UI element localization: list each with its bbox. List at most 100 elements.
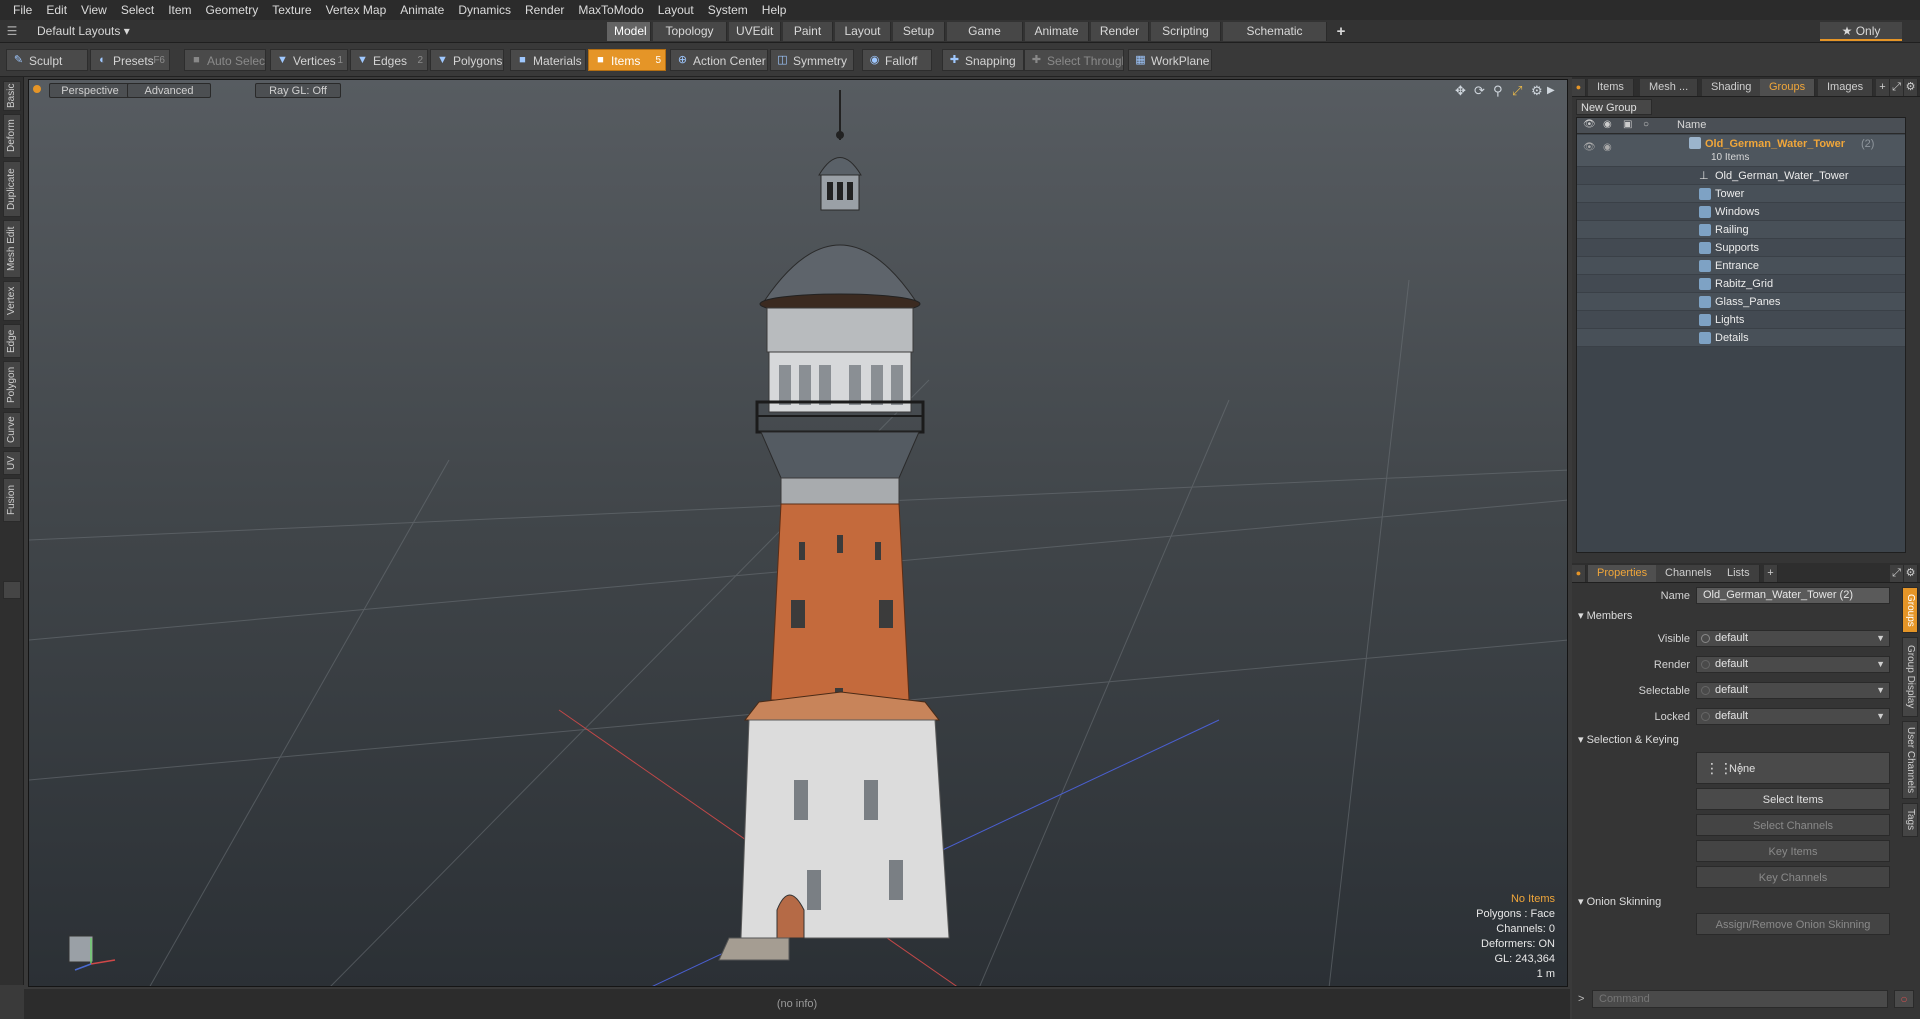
menu-render[interactable]: Render [518, 3, 571, 17]
locked-dropdown[interactable]: default ▼ [1696, 708, 1890, 725]
tree-row[interactable]: Railing [1577, 221, 1905, 239]
menu-vertex-map[interactable]: Vertex Map [319, 3, 394, 17]
3d-viewport[interactable]: Perspective Advanced Ray GL: Off ✥ ⟳ ⚲ ⤢… [28, 79, 1568, 987]
root-group-row[interactable]: 👁 ◉ Old_German_Water_Tower (2) 10 Items [1577, 135, 1905, 167]
menu-layout[interactable]: Layout [651, 3, 701, 17]
tab-lists[interactable]: Lists [1718, 565, 1760, 582]
group-name-field[interactable]: Old_German_Water_Tower (2) [1696, 587, 1890, 604]
layout-selector[interactable]: Default Layouts ▾ [30, 22, 137, 41]
toolbox-toggle[interactable] [3, 581, 21, 599]
tab-scripting[interactable]: Scripting [1151, 22, 1221, 41]
menu-edit[interactable]: Edit [39, 3, 74, 17]
menu-select[interactable]: Select [114, 3, 161, 17]
tree-row[interactable]: Details [1577, 329, 1905, 347]
sculpt-button[interactable]: ✎ Sculpt [6, 49, 88, 71]
tab-groups[interactable]: Groups [1760, 79, 1816, 96]
tab-channels[interactable]: Channels [1656, 565, 1722, 582]
properties-handle-icon[interactable]: ● [1572, 565, 1586, 582]
action-center-button[interactable]: ⊕ Action Center [670, 49, 768, 71]
selectable-dropdown[interactable]: default ▼ [1696, 682, 1890, 699]
visibility-toggle-icon[interactable]: 👁 [1583, 139, 1596, 157]
tab-shading[interactable]: Shading [1702, 79, 1762, 96]
select-through-button[interactable]: ✚ Select Through [1024, 49, 1124, 71]
menu-system[interactable]: System [701, 3, 755, 17]
key-channels-button[interactable]: Key Channels [1696, 866, 1890, 888]
workplane-button[interactable]: ▦ WorkPlane [1128, 49, 1212, 71]
render-toggle-icon[interactable]: ◉ [1603, 139, 1612, 157]
tree-row[interactable]: Entrance [1577, 257, 1905, 275]
presets-button[interactable]: ◐ Presets F6 [90, 49, 170, 71]
tab-properties[interactable]: Properties [1588, 565, 1658, 582]
menu-animate[interactable]: Animate [393, 3, 451, 17]
side-tab-tags[interactable]: Tags [1902, 803, 1918, 837]
menu-dynamics[interactable]: Dynamics [451, 3, 518, 17]
tab-game-tools[interactable]: Game Tools [947, 22, 1023, 57]
tab-topology[interactable]: Topology [653, 22, 727, 41]
tab-basic[interactable]: Basic [3, 81, 21, 111]
snapping-button[interactable]: ✚ Snapping [942, 49, 1024, 71]
panel-maximize-icon[interactable]: ⤢ [1890, 79, 1904, 96]
symmetry-button[interactable]: ◫ Symmetry [770, 49, 854, 71]
properties-settings-icon[interactable]: ⚙ [1904, 565, 1918, 582]
menu-help[interactable]: Help [755, 3, 794, 17]
members-section[interactable]: ▾ Members [1578, 609, 1632, 622]
new-group-button[interactable]: New Group [1576, 99, 1652, 115]
key-items-button[interactable]: Key Items [1696, 840, 1890, 862]
add-tab-button[interactable]: + [1332, 22, 1350, 41]
panel-handle-icon[interactable]: ● [1572, 79, 1586, 96]
tab-schematic-fusion[interactable]: Schematic Fusion [1223, 22, 1327, 57]
onion-skinning-section[interactable]: ▾ Onion Skinning [1578, 895, 1661, 908]
edges-button[interactable]: ▼ Edges 2 [350, 49, 428, 71]
polygons-button[interactable]: ▼ Polygons [430, 49, 504, 71]
command-input[interactable] [1592, 990, 1888, 1008]
lock-column-icon[interactable]: ▣ [1623, 119, 1632, 130]
menu-file[interactable]: File [6, 3, 39, 17]
menu-geometry[interactable]: Geometry [199, 3, 266, 17]
tab-edge[interactable]: Edge [3, 324, 21, 358]
menu-item[interactable]: Item [161, 3, 198, 17]
tab-uv[interactable]: UV [3, 451, 21, 475]
side-tab-group-display[interactable]: Group Display [1902, 637, 1918, 717]
tab-model[interactable]: Model [607, 22, 651, 41]
selection-keying-section[interactable]: ▾ Selection & Keying [1578, 733, 1679, 746]
tab-mesh-edit[interactable]: Mesh Edit [3, 220, 21, 278]
render-dropdown[interactable]: default ▼ [1696, 656, 1890, 673]
panel-settings-icon[interactable]: ⚙ [1904, 79, 1918, 96]
render-column-icon[interactable]: ◉ [1603, 119, 1612, 130]
add-panel-tab-button[interactable]: + [1876, 79, 1890, 96]
tree-row[interactable]: ⊥ Old_German_Water_Tower [1577, 167, 1905, 185]
tab-animate[interactable]: Animate [1025, 22, 1089, 41]
select-channels-button[interactable]: Select Channels [1696, 814, 1890, 836]
select-items-button[interactable]: Select Items [1696, 788, 1890, 810]
tab-vertex[interactable]: Vertex [3, 281, 21, 321]
vertices-button[interactable]: ▼ Vertices 1 [270, 49, 348, 71]
tab-render[interactable]: Render [1091, 22, 1149, 41]
tab-polygon[interactable]: Polygon [3, 361, 21, 409]
menu-texture[interactable]: Texture [265, 3, 318, 17]
tab-uvedit[interactable]: UVEdit [729, 22, 781, 41]
tab-images[interactable]: Images [1818, 79, 1874, 96]
tree-row[interactable]: Rabitz_Grid [1577, 275, 1905, 293]
visible-dropdown[interactable]: default ▼ [1696, 630, 1890, 647]
tab-setup[interactable]: Setup [893, 22, 945, 41]
tree-row[interactable]: Supports [1577, 239, 1905, 257]
selection-set-button[interactable]: ⋮⋮⋮ None [1696, 752, 1890, 784]
only-toggle[interactable]: ★ Only [1820, 22, 1902, 41]
tree-row[interactable]: Tower [1577, 185, 1905, 203]
record-icon[interactable]: ○ [1894, 990, 1914, 1008]
visibility-column-icon[interactable]: 👁 [1583, 119, 1596, 130]
tab-deform[interactable]: Deform [3, 114, 21, 158]
tab-fusion[interactable]: Fusion [3, 478, 21, 522]
properties-maximize-icon[interactable]: ⤢ [1890, 565, 1904, 582]
name-column-header[interactable]: Name [1677, 119, 1706, 131]
menu-view[interactable]: View [74, 3, 114, 17]
tab-mesh[interactable]: Mesh ... [1640, 79, 1699, 96]
tree-row[interactable]: Windows [1577, 203, 1905, 221]
tab-curve[interactable]: Curve [3, 412, 21, 448]
menu-maxtomodo[interactable]: MaxToModo [571, 3, 650, 17]
layout-menu-icon[interactable]: ☰ [2, 22, 22, 41]
tab-layout[interactable]: Layout [835, 22, 891, 41]
tree-row[interactable]: Lights [1577, 311, 1905, 329]
assign-onion-skinning-button[interactable]: Assign/Remove Onion Skinning [1696, 913, 1890, 935]
auto-select-button[interactable]: ■ Auto Select [184, 49, 266, 71]
